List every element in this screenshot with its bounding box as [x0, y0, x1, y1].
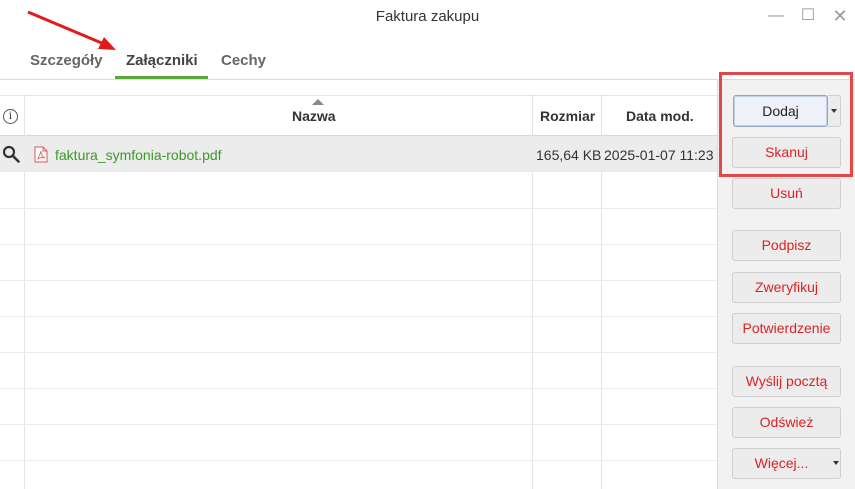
- file-size: 165,64 KB: [536, 147, 602, 163]
- table-row-empty: [0, 209, 717, 245]
- add-dropdown-button[interactable]: [828, 95, 841, 127]
- search-icon[interactable]: [2, 145, 20, 163]
- tab-bar: Szczegóły Załączniki Cechy: [0, 40, 855, 80]
- close-icon[interactable]: ✕: [830, 6, 850, 26]
- scan-button[interactable]: Skanuj: [732, 137, 841, 168]
- refresh-button[interactable]: Odśwież: [732, 407, 841, 438]
- minimize-icon[interactable]: —: [766, 6, 786, 26]
- send-mail-button[interactable]: Wyślij pocztą: [732, 366, 841, 397]
- file-date: 2025-01-07 11:23: [604, 147, 714, 163]
- tab-cechy[interactable]: Cechy: [221, 52, 266, 69]
- active-tab-indicator: [115, 76, 208, 79]
- attachments-table: i Nazwa Rozmiar Data mod. faktura_symfon…: [0, 95, 717, 489]
- tab-zalaczniki[interactable]: Załączniki: [126, 52, 198, 69]
- confirmation-button[interactable]: Potwierdzenie: [732, 313, 841, 344]
- table-row-empty: [0, 389, 717, 425]
- table-row-empty: [0, 173, 717, 209]
- table-row[interactable]: faktura_symfonia-robot.pdf 165,64 KB 202…: [0, 136, 717, 172]
- table-row-empty: [0, 425, 717, 461]
- more-button[interactable]: Więcej...: [732, 448, 841, 479]
- verify-button[interactable]: Zweryfikuj: [732, 272, 841, 303]
- sort-asc-icon: [312, 99, 324, 105]
- table-row-empty: [0, 281, 717, 317]
- add-button[interactable]: Dodaj: [733, 95, 828, 127]
- column-header-name[interactable]: Nazwa: [292, 108, 336, 124]
- table-row-empty: [0, 353, 717, 389]
- info-icon[interactable]: i: [3, 109, 18, 124]
- chevron-down-icon: [833, 461, 839, 465]
- maximize-icon[interactable]: ☐: [798, 6, 818, 26]
- table-row-empty: [0, 245, 717, 281]
- table-row-empty: [0, 317, 717, 353]
- table-header: i Nazwa Rozmiar Data mod.: [0, 95, 717, 136]
- tab-szczegoly[interactable]: Szczegóły: [30, 52, 103, 69]
- pdf-file-icon: [34, 146, 48, 163]
- column-header-date[interactable]: Data mod.: [626, 108, 694, 124]
- column-header-size[interactable]: Rozmiar: [540, 108, 595, 124]
- sign-button[interactable]: Podpisz: [732, 230, 841, 261]
- file-name[interactable]: faktura_symfonia-robot.pdf: [55, 147, 222, 163]
- remove-button[interactable]: Usuń: [732, 178, 841, 209]
